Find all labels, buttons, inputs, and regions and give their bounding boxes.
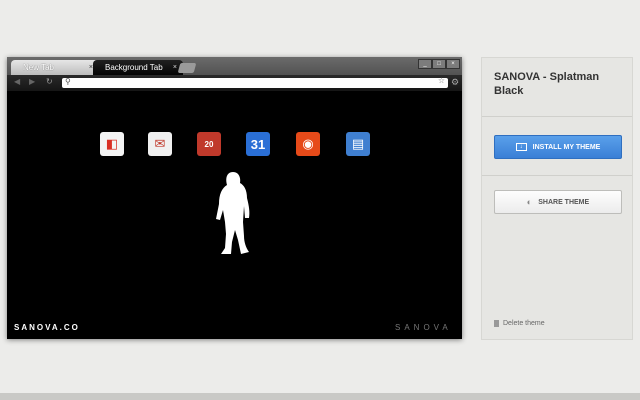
delete-label: Delete theme [503,320,545,327]
install-theme-button[interactable]: ↓ INSTALL MY THEME [494,135,622,159]
browser-frame: New Tab × Background Tab × _ □ × ◀ ▶ ↻ ⚲… [7,57,462,91]
gmail-icon[interactable]: ✉ [148,132,172,156]
bottom-strip [0,393,640,400]
splatman-figure [216,172,250,254]
google-books-icon[interactable]: ▤ [346,132,370,156]
install-icon: ↓ [515,143,527,151]
wrench-icon[interactable]: ⚙ [451,77,459,88]
brand-left: SANOVA.CO [14,323,80,332]
chrome-web-store-icon[interactable]: ◧ [100,132,124,156]
trash-icon [494,320,499,327]
forward-icon[interactable]: ▶ [29,77,35,86]
theme-title: SANOVA - Splatman Black [494,71,600,97]
tab-background-tab[interactable]: Background Tab × [93,60,183,75]
maximize-icon[interactable]: □ [432,59,446,69]
omnibox[interactable]: ⚲ ☆ [62,76,448,88]
divider [482,116,632,117]
share-theme-button[interactable]: ◐ SHARE THEME [494,190,622,214]
theme-preview-browser: New Tab × Background Tab × _ □ × ◀ ▶ ↻ ⚲… [7,57,462,339]
install-label: INSTALL MY THEME [532,143,601,151]
close-icon[interactable]: × [173,60,177,75]
tab-label: Background Tab [105,63,163,72]
new-tab-button[interactable] [177,63,197,73]
share-label: SHARE THEME [538,198,590,206]
delete-theme-link[interactable]: Delete theme [494,320,545,327]
tab-new-tab[interactable]: New Tab × [11,60,99,75]
share-icon: ◐ [526,197,533,207]
star-icon[interactable]: ☆ [438,76,445,85]
window-close-icon[interactable]: × [446,59,460,69]
search-icon: ⚲ [65,77,71,86]
reload-icon[interactable]: ↻ [46,77,53,86]
google-calendar-icon[interactable]: 31 [246,132,270,156]
calendar-date-icon[interactable]: 20 [197,132,221,156]
tab-label: New Tab [23,63,54,72]
rss-reader-icon[interactable]: ◉ [296,132,320,156]
minimize-icon[interactable]: _ [418,59,432,69]
theme-panel: SANOVA - Splatman Black ↓ INSTALL MY THE… [481,57,633,340]
back-icon[interactable]: ◀ [14,77,20,86]
divider [482,175,632,176]
brand-right: SANOVA [395,323,452,332]
